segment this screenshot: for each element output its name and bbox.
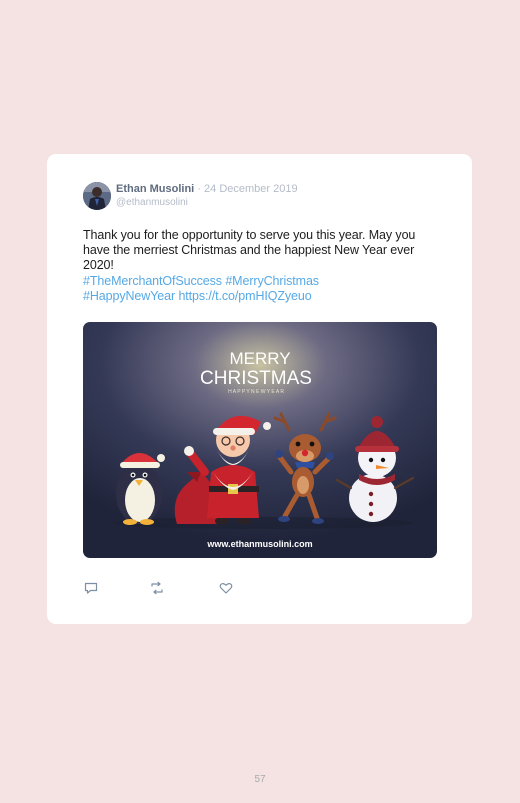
author-line: Ethan Musolini · 24 December 2019 bbox=[116, 183, 298, 196]
hashtag-link[interactable]: #HappyNewYear bbox=[83, 289, 175, 303]
tweet-card: Ethan Musolini · 24 December 2019 @ethan… bbox=[47, 154, 472, 624]
tweet-media-image[interactable]: MERRY CHRISTMAS H A P P Y N E W Y E A R bbox=[83, 322, 437, 558]
heart-icon[interactable] bbox=[218, 580, 234, 596]
tweet-date[interactable]: 24 December 2019 bbox=[204, 183, 298, 195]
image-website: www.ethanmusolini.com bbox=[206, 539, 312, 549]
reply-icon[interactable] bbox=[83, 580, 99, 596]
hashtag-link[interactable]: #TheMerchantOfSuccess bbox=[83, 274, 222, 288]
avatar[interactable] bbox=[83, 182, 111, 210]
tweet-url-link[interactable]: https://t.co/pmHIQZyeuo bbox=[178, 289, 311, 303]
image-title-christmas: CHRISTMAS bbox=[200, 368, 312, 389]
tweet-text: Thank you for the opportunity to serve y… bbox=[83, 228, 416, 272]
author-separator: · bbox=[197, 183, 201, 195]
image-title-merry: MERRY bbox=[229, 349, 290, 368]
author-name[interactable]: Ethan Musolini bbox=[116, 183, 194, 195]
author-handle[interactable]: @ethanmusolini bbox=[116, 197, 188, 209]
image-subtitle: H A P P Y N E W Y E A R bbox=[228, 389, 284, 395]
tweet-hashtags: #TheMerchantOfSuccess #MerryChristmas #H… bbox=[83, 274, 433, 304]
retweet-icon[interactable] bbox=[149, 580, 165, 596]
hashtag-link[interactable]: #MerryChristmas bbox=[225, 274, 319, 288]
page-number: 57 bbox=[254, 774, 266, 785]
